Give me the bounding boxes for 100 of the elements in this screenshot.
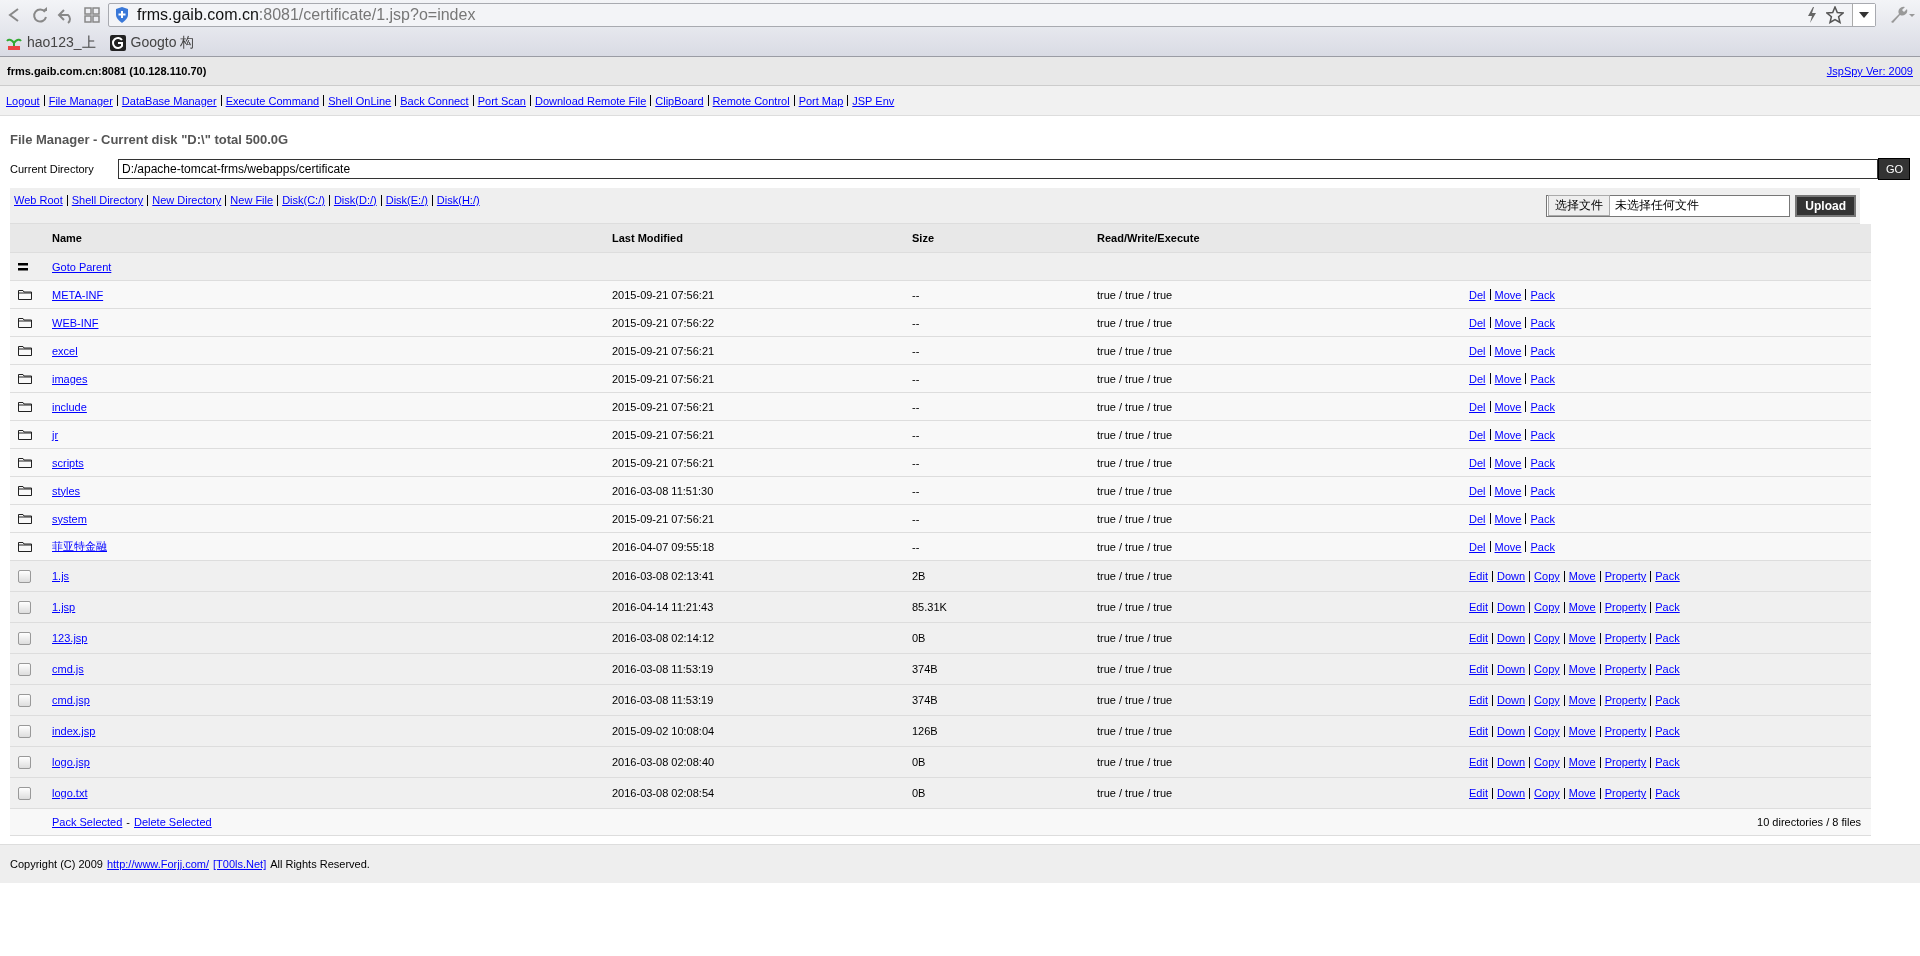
pack-selected-link[interactable]: Pack Selected — [52, 816, 123, 828]
action-link[interactable]: Move — [1568, 570, 1596, 582]
nav-link[interactable]: Execute Command — [225, 94, 320, 107]
action-link[interactable]: Pack — [1655, 663, 1680, 675]
file-link[interactable]: cmd.js — [52, 663, 84, 675]
folder-link[interactable]: scripts — [52, 456, 84, 469]
shortcut-link[interactable]: Shell Directory — [71, 194, 144, 206]
action-link[interactable]: Down — [1496, 756, 1526, 768]
action-link[interactable]: Pack — [1655, 756, 1680, 768]
action-link[interactable]: Down — [1496, 787, 1526, 799]
action-link[interactable]: Edit — [1469, 632, 1488, 644]
action-link[interactable]: Pack — [1530, 428, 1555, 441]
action-link[interactable]: Del — [1469, 344, 1486, 357]
action-link[interactable]: Copy — [1534, 725, 1560, 737]
action-link[interactable]: Property — [1604, 663, 1647, 675]
folder-link[interactable]: excel — [52, 344, 78, 357]
go-button[interactable]: GO — [1878, 158, 1910, 180]
action-link[interactable]: Copy — [1534, 632, 1560, 644]
folder-link[interactable]: include — [52, 400, 87, 413]
action-link[interactable]: Move — [1568, 632, 1596, 644]
checkbox[interactable] — [18, 600, 31, 614]
website-link[interactable]: [T00ls.Net] — [213, 858, 267, 870]
folder-link[interactable]: 菲亚特金融 — [52, 540, 107, 552]
action-link[interactable]: Pack — [1655, 694, 1680, 706]
action-link[interactable]: Pack — [1530, 372, 1555, 385]
upload-button[interactable]: Upload — [1795, 194, 1856, 217]
nav-link[interactable]: File Manager — [48, 94, 113, 107]
action-link[interactable]: Pack — [1530, 484, 1555, 497]
action-link[interactable]: Copy — [1534, 663, 1560, 675]
action-link[interactable]: Move — [1494, 428, 1522, 441]
action-link[interactable]: Edit — [1469, 601, 1488, 613]
nav-link[interactable]: Logout — [6, 94, 40, 107]
action-link[interactable]: Down — [1496, 663, 1526, 675]
file-link[interactable]: 123.jsp — [52, 632, 88, 644]
delete-selected-link[interactable]: Delete Selected — [134, 816, 212, 828]
action-link[interactable]: Move — [1494, 288, 1522, 301]
checkbox[interactable] — [18, 786, 31, 800]
action-link[interactable]: Move — [1568, 601, 1596, 613]
action-link[interactable]: Copy — [1534, 787, 1560, 799]
file-link[interactable]: index.jsp — [52, 725, 96, 737]
action-link[interactable]: Move — [1568, 694, 1596, 706]
action-link[interactable]: Edit — [1469, 756, 1488, 768]
checkbox[interactable] — [18, 569, 31, 583]
nav-link[interactable]: Back Connect — [400, 94, 469, 107]
folder-link[interactable]: system — [52, 512, 87, 525]
nav-link[interactable]: JSP Env — [852, 94, 895, 107]
file-link[interactable]: 1.jsp — [52, 601, 76, 613]
action-link[interactable]: Move — [1568, 663, 1596, 675]
folder-link[interactable]: META-INF — [52, 288, 104, 301]
file-input[interactable]: 选择文件 未选择任何文件 — [1546, 194, 1791, 217]
nav-link[interactable]: DataBase Manager — [121, 94, 217, 107]
nav-link[interactable]: Port Map — [798, 94, 844, 107]
action-link[interactable]: Pack — [1655, 632, 1680, 644]
file-link[interactable]: logo.txt — [52, 787, 88, 799]
address-bar[interactable]: frms.gaib.com.cn:8081/certificate/1.jsp?o=index — [108, 3, 1876, 27]
choose-file-button[interactable]: 选择文件 — [1548, 195, 1611, 216]
action-link[interactable]: Property — [1604, 694, 1647, 706]
grid-icon[interactable] — [82, 5, 102, 25]
action-link[interactable]: Pack — [1530, 400, 1555, 413]
action-link[interactable]: Down — [1496, 570, 1526, 582]
action-link[interactable]: Down — [1496, 632, 1526, 644]
lightning-icon[interactable] — [1806, 7, 1818, 23]
action-link[interactable]: Down — [1496, 694, 1526, 706]
action-link[interactable]: Del — [1469, 288, 1486, 301]
action-link[interactable]: Move — [1494, 344, 1522, 357]
checkbox[interactable] — [18, 755, 31, 769]
action-link[interactable]: Del — [1469, 372, 1486, 385]
action-link[interactable]: Pack — [1655, 787, 1680, 799]
file-link[interactable]: logo.jsp — [52, 756, 90, 768]
action-link[interactable]: Del — [1469, 316, 1486, 329]
nav-link[interactable]: Remote Control — [712, 94, 790, 107]
action-link[interactable]: Del — [1469, 428, 1486, 441]
action-link[interactable]: Pack — [1655, 601, 1680, 613]
folder-link[interactable]: jr — [52, 428, 59, 441]
star-icon[interactable] — [1826, 6, 1844, 24]
action-link[interactable]: Move — [1494, 372, 1522, 385]
action-link[interactable]: Copy — [1534, 694, 1560, 706]
action-link[interactable]: Del — [1469, 400, 1486, 413]
shortcut-link[interactable]: New File — [230, 194, 274, 206]
action-link[interactable]: Pack — [1530, 456, 1555, 469]
action-link[interactable]: Move — [1568, 756, 1596, 768]
action-link[interactable]: Move — [1494, 316, 1522, 329]
action-link[interactable]: Move — [1568, 725, 1596, 737]
reload-icon[interactable] — [30, 5, 50, 25]
action-link[interactable]: Property — [1604, 725, 1647, 737]
action-link[interactable]: Copy — [1534, 756, 1560, 768]
checkbox[interactable] — [18, 631, 31, 645]
bookmark[interactable]: Googto 构 — [109, 34, 195, 52]
action-link[interactable]: Pack — [1655, 725, 1680, 737]
action-link[interactable]: Pack — [1530, 288, 1555, 301]
checkbox[interactable] — [18, 724, 31, 738]
action-link[interactable]: Edit — [1469, 725, 1488, 737]
action-link[interactable]: Pack — [1530, 540, 1555, 553]
action-link[interactable]: Move — [1494, 484, 1522, 497]
bookmark[interactable]: hao123_上 — [6, 34, 96, 52]
directory-field[interactable]: D:/apache-tomcat-frms/webapps/certificate — [118, 159, 1878, 179]
action-link[interactable]: Del — [1469, 484, 1486, 497]
action-link[interactable]: Edit — [1469, 694, 1488, 706]
shortcut-link[interactable]: New Directory — [152, 194, 222, 206]
action-link[interactable]: Move — [1494, 512, 1522, 525]
